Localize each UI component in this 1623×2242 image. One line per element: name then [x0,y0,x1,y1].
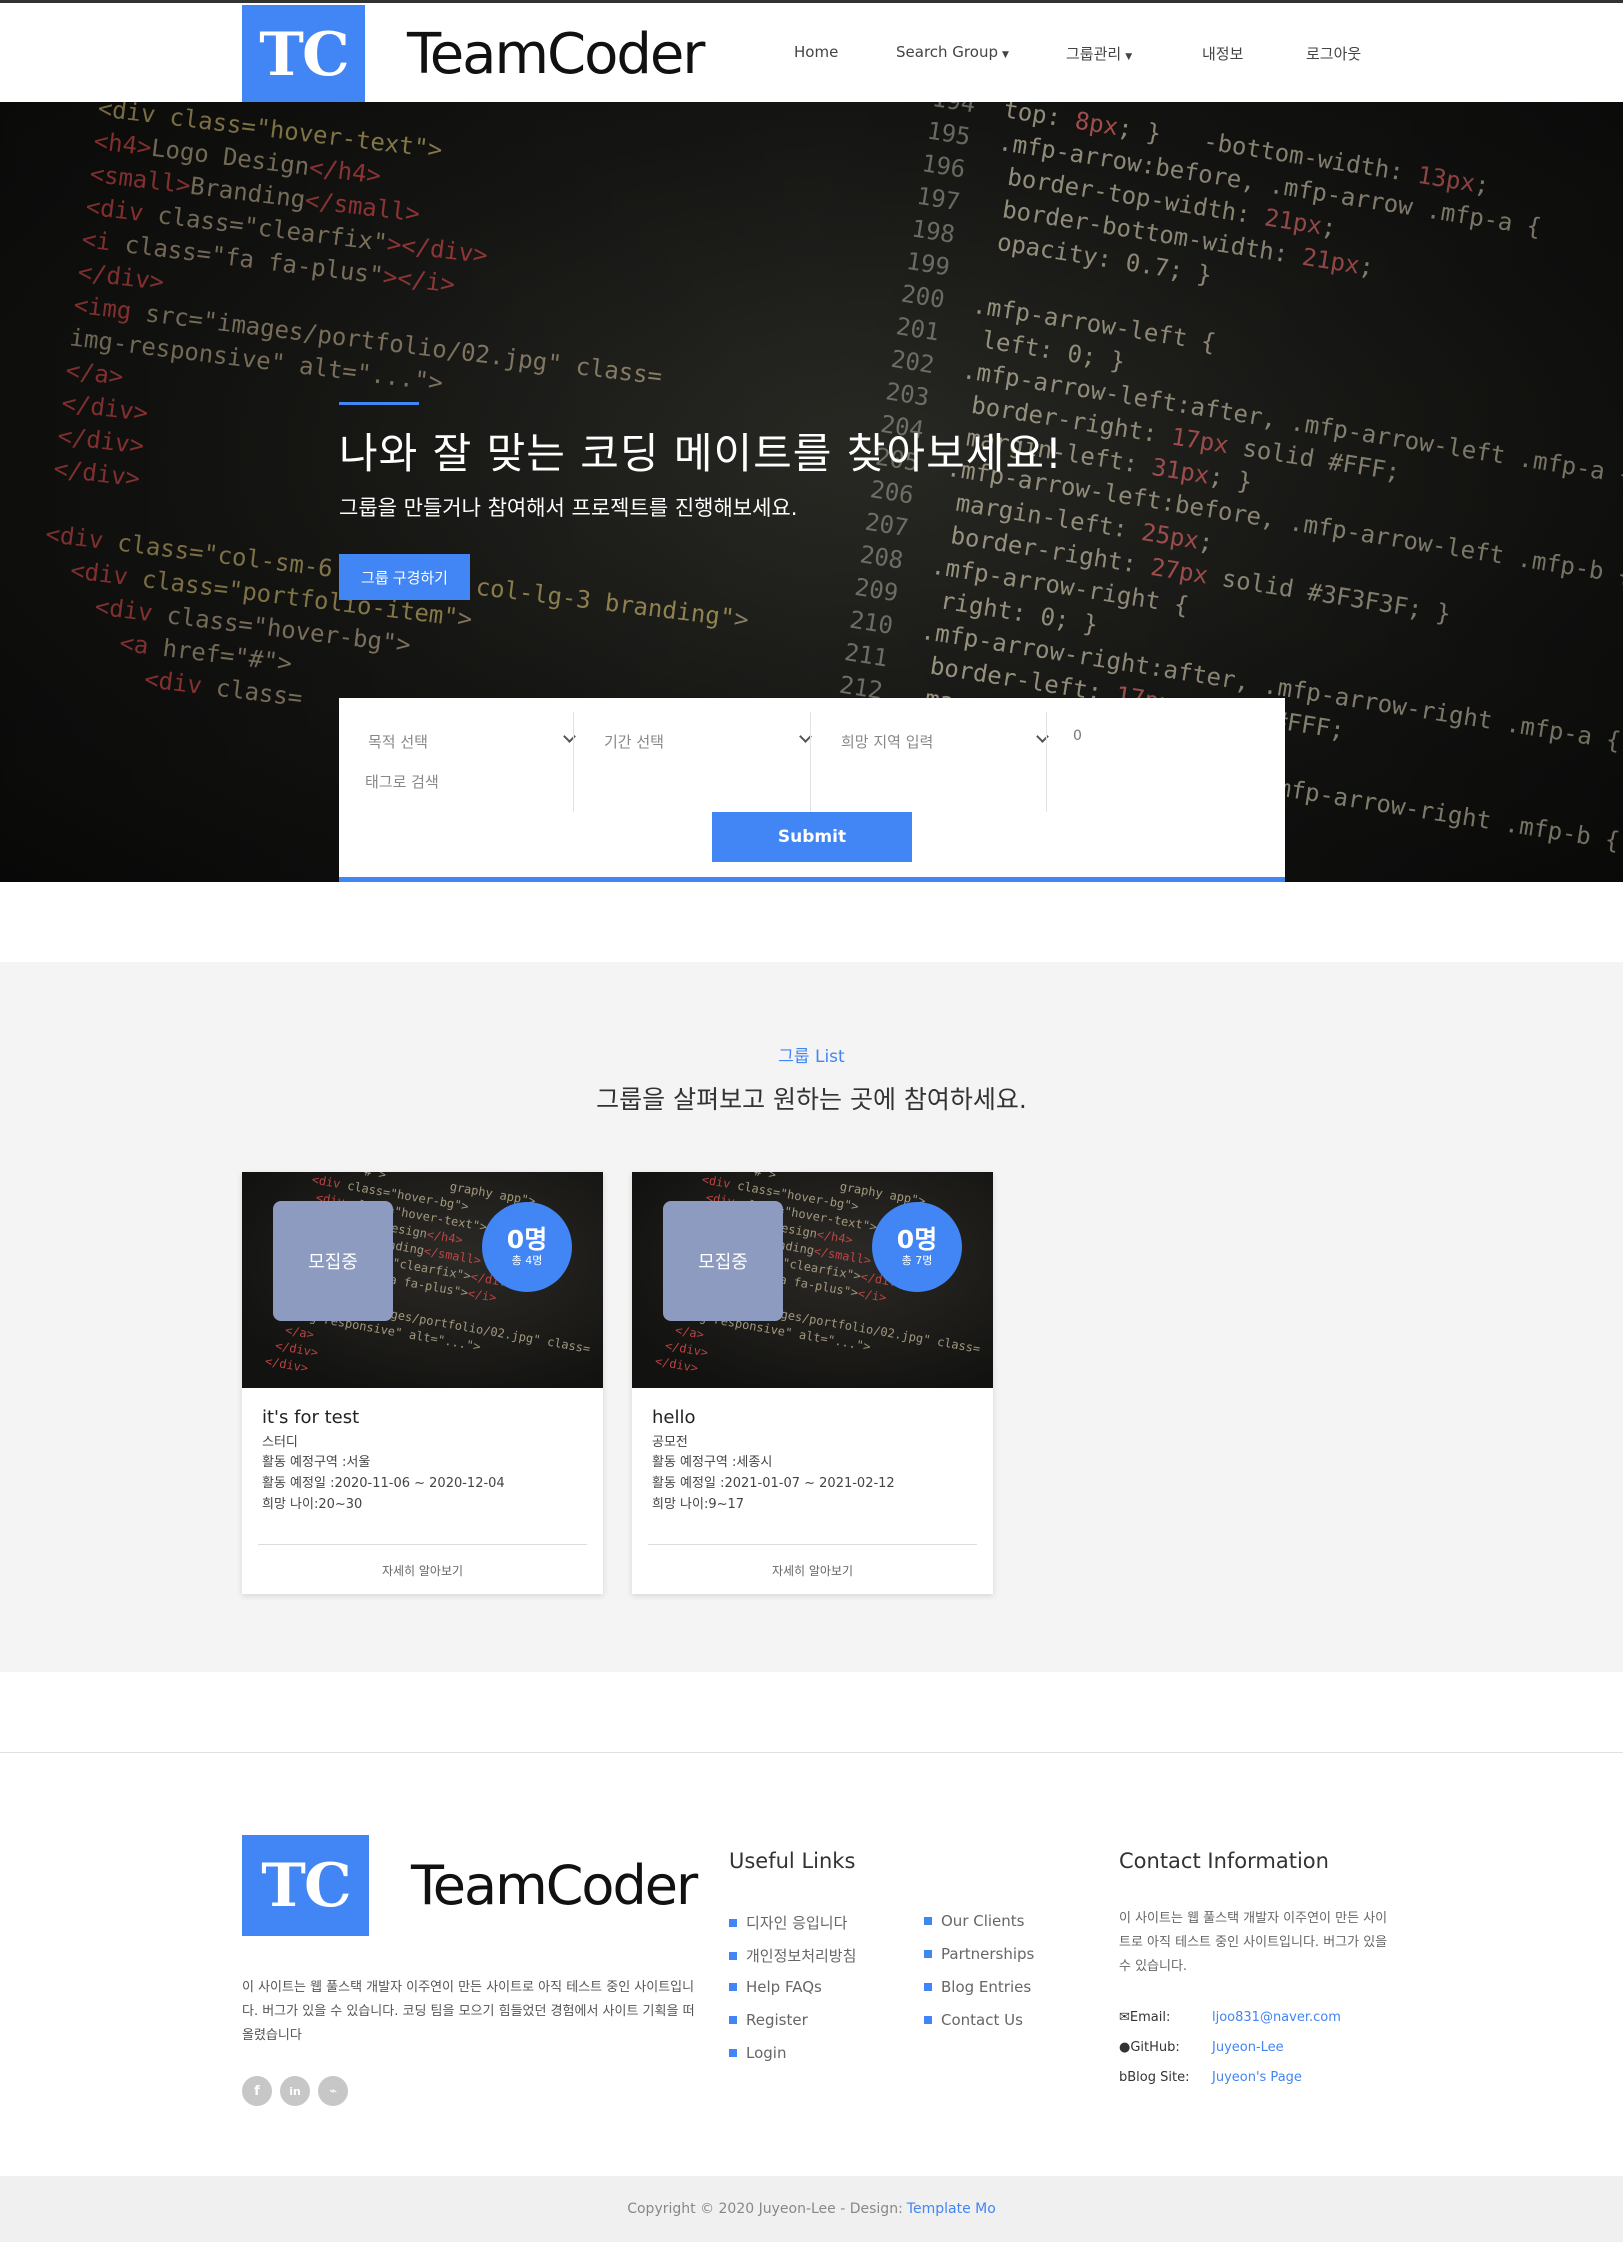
contact-email: ✉Email: ljoo831@naver.com [1119,2010,1341,2025]
browse-groups-button[interactable]: 그룹 구경하기 [339,554,470,600]
footer-divider [0,1752,1623,1753]
card-title: it's for test [262,1407,360,1428]
nav-search-group[interactable]: Search Group ▼ [896,43,1009,61]
card-type: 공모전 [652,1435,688,1450]
footer-link[interactable]: Contact Us [924,2011,1023,2029]
tag-search-input[interactable]: 태그로 검색 [365,771,439,792]
footer-link[interactable]: Register [729,2011,808,2029]
hero-subtitle: 그룹을 만들거나 참여해서 프로젝트를 진행해보세요. [339,496,798,520]
group-card[interactable]: <a href="#"> graphy app"> <div class="ho… [242,1172,603,1594]
footer-link[interactable]: Help FAQs [729,1978,822,1996]
purpose-select[interactable]: 목적 선택 [368,726,576,756]
divider [258,1544,587,1545]
footer-link[interactable]: Login [729,2044,786,2062]
main-nav: Home Search Group ▼ 그룹관리 ▼ 내정보 로그아웃 [0,43,1623,67]
divider [810,712,811,812]
contact-github: ●GitHub: Juyeon-Lee [1119,2040,1284,2055]
divider [648,1544,977,1545]
card-body: hello 공모전 활동 예정구역 :세종시 활동 예정일 :2021-01-0… [652,1406,977,1515]
logo-mark: TC [242,1835,369,1936]
divider [573,712,574,812]
footer-logo[interactable]: TC TeamCoder [242,1835,698,1936]
card-region: 활동 예정구역 :세종시 [652,1455,773,1470]
group-list-section: 그룹 List 그룹을 살펴보고 원하는 곳에 참여하세요. <a href="… [0,962,1623,1672]
divider [1046,712,1047,812]
region-select[interactable]: 희망 지역 입력 [841,726,1049,756]
card-type: 스터디 [262,1435,298,1450]
logo-text: TeamCoder [411,1854,698,1917]
card-region: 활동 예정구역 :서울 [262,1455,371,1470]
caret-down-icon: ▼ [1125,52,1133,62]
nav-logout[interactable]: 로그아웃 [1306,43,1361,64]
group-search-form: 목적 선택 기간 선택 희망 지역 입력 0 태그로 검색 Submit [339,698,1285,882]
status-badge: 모집중 [663,1201,783,1321]
period-select[interactable]: 기간 선택 [604,726,812,756]
footer-link[interactable]: Blog Entries [924,1978,1031,1996]
section-heading: 그룹을 살펴보고 원하는 곳에 참여하세요. [596,1085,1027,1114]
nav-home[interactable]: Home [794,43,838,61]
useful-links-heading: Useful Links [729,1849,856,1873]
card-more-link[interactable]: 자세히 알아보기 [242,1562,603,1579]
card-more-link[interactable]: 자세히 알아보기 [632,1562,993,1579]
card-age: 희망 나이:20~30 [262,1497,363,1512]
copyright-bar: Copyright © 2020 Juyeon-Lee - Design: Te… [0,2176,1623,2242]
card-image: <a href="#"> graphy app"> <div class="ho… [632,1172,993,1388]
footer-about: 이 사이트는 웹 풀스택 개발자 이주연이 만든 사이트로 아직 테스트 중인 … [242,1980,695,2043]
contact-description: 이 사이트는 웹 풀스택 개발자 이주연이 만든 사이트로 아직 테스트 중인 … [1119,1911,1388,1974]
hero-accent-line [339,402,419,405]
template-mo-link[interactable]: Template Mo [907,2201,996,2217]
rss-icon[interactable]: ⌁ [318,2076,348,2106]
card-body: it's for test 스터디 활동 예정구역 :서울 활동 예정일 :20… [262,1406,587,1515]
contact-blog: bBlog Site: Juyeon's Page [1119,2070,1302,2085]
member-count-badge: 0명 총 4명 [482,1202,572,1292]
status-badge: 모집중 [273,1201,393,1321]
hero-title: 나와 잘 맞는 코딩 메이트를 찾아보세요! [339,429,1063,478]
submit-button[interactable]: Submit [712,812,912,862]
linkedin-icon[interactable]: in [280,2076,310,2106]
footer-link[interactable]: Our Clients [924,1912,1025,1930]
group-card[interactable]: <a href="#"> graphy app"> <div class="ho… [632,1172,993,1594]
card-dates: 활동 예정일 :2021-01-07 ~ 2021-02-12 [652,1476,895,1491]
card-dates: 활동 예정일 :2020-11-06 ~ 2020-12-04 [262,1476,505,1491]
card-image: <a href="#"> graphy app"> <div class="ho… [242,1172,603,1388]
facebook-icon[interactable]: f [242,2076,272,2106]
site-header: TC TeamCoder Home Search Group ▼ 그룹관리 ▼ 내정… [0,0,1623,104]
footer-link[interactable]: 개인정보처리방침 [729,1945,856,1966]
card-title: hello [652,1407,696,1428]
footer-link[interactable]: 디자인 응입니다 [729,1912,847,1933]
member-count-input[interactable]: 0 [1073,728,1082,744]
card-age: 희망 나이:9~17 [652,1497,745,1512]
envelope-icon: ✉ [1119,2010,1130,2025]
section-kicker: 그룹 List [778,1047,845,1067]
member-count-badge: 0명 총 7명 [872,1202,962,1292]
github-icon: ● [1119,2040,1131,2055]
contact-heading: Contact Information [1119,1849,1329,1873]
caret-down-icon: ▼ [1001,50,1009,60]
footer-link[interactable]: Partnerships [924,1945,1034,1963]
nav-group-manage[interactable]: 그룹관리 ▼ [1066,43,1132,64]
nav-my-info[interactable]: 내정보 [1202,43,1243,64]
